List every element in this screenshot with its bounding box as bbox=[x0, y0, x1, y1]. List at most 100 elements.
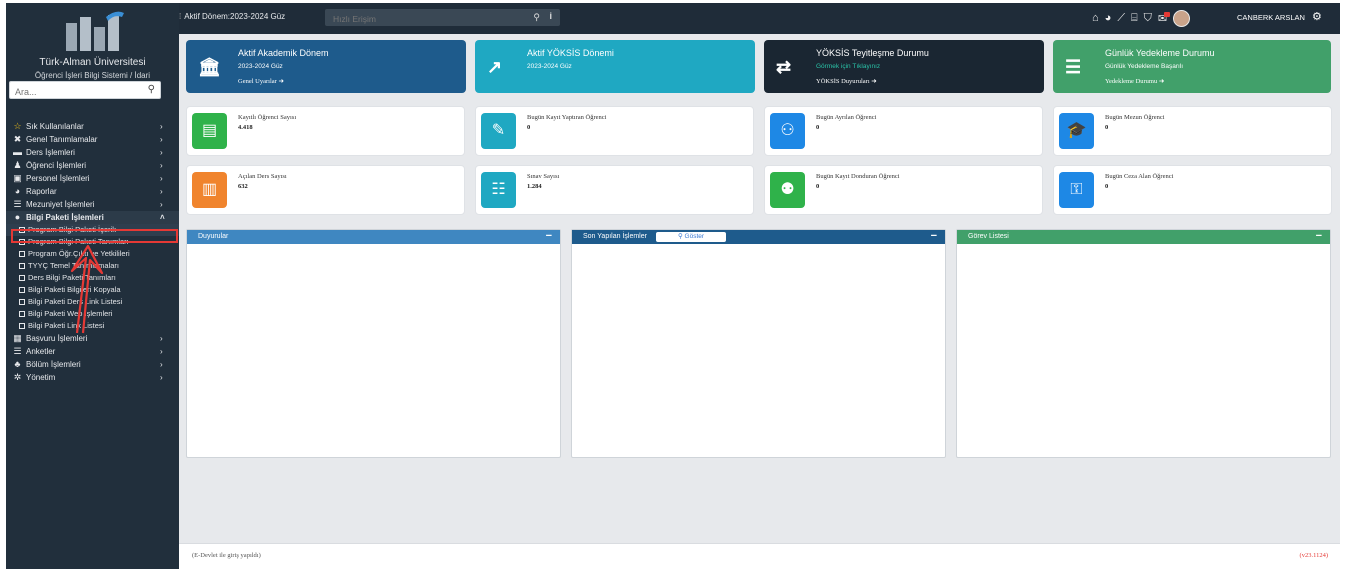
id-card-icon: ▣ bbox=[13, 173, 22, 183]
survey-list-icon: ☰ bbox=[13, 346, 22, 356]
info-icon[interactable]: i bbox=[549, 11, 552, 21]
stat-label: Bugün Ayrılan Öğrenci bbox=[816, 114, 877, 121]
stat-label: Kayıtlı Öğrenci Sayısı bbox=[238, 114, 297, 121]
pie-chart-icon[interactable]: ◕ bbox=[1105, 12, 1112, 24]
sidebar: Türk-Alman Üniversitesi Öğrenci İşleri B… bbox=[6, 3, 179, 569]
quick-access-input[interactable] bbox=[325, 10, 525, 28]
sidebar-item-applications[interactable]: ▦ Başvuru İşlemleri › bbox=[6, 332, 179, 345]
books-icon: ▬ bbox=[13, 147, 22, 157]
chevron-right-icon: › bbox=[160, 334, 163, 343]
user-name[interactable]: CANBERK ARSLAN bbox=[1237, 13, 1305, 22]
avatar[interactable] bbox=[1173, 9, 1191, 27]
stat-label: Bugün Mezun Öğrenci bbox=[1105, 114, 1165, 121]
sidebar-item-label: Personel İşlemleri bbox=[26, 174, 90, 183]
submenu-item-link-list[interactable]: Bilgi Paketi Link Listesi bbox=[6, 320, 179, 332]
panel-header: Görev Listesi − bbox=[957, 230, 1330, 244]
sidebar-item-favorites[interactable]: ☆ Sık Kullanılanlar › bbox=[6, 120, 179, 133]
active-period: ⁞ Aktif Dönem:2023-2024 Güz bbox=[179, 12, 285, 21]
sidebar-item-label: Anketler bbox=[26, 347, 56, 356]
bank-icon[interactable]: ⌸ bbox=[1131, 12, 1138, 25]
stat-value: 0 bbox=[527, 124, 531, 131]
stat-registered-students: ▤ Kayıtlı Öğrenci Sayısı 4.418 bbox=[186, 106, 465, 156]
messages-icon[interactable]: ✉ bbox=[1158, 11, 1171, 25]
square-icon bbox=[19, 311, 25, 317]
card-link[interactable]: Genel Uyarılar ➜ bbox=[238, 77, 284, 85]
search-icon[interactable]: ⚲ bbox=[533, 12, 540, 23]
sidebar-item-course-operations[interactable]: ▬ Ders İşlemleri › bbox=[6, 146, 179, 159]
stat-opened-courses: ▥ Açılan Ders Sayısı 632 bbox=[186, 165, 465, 215]
sidebar-item-info-package[interactable]: ● Bilgi Paketi İşlemleri ˄ bbox=[6, 211, 179, 224]
book-icon: ▥ bbox=[192, 172, 227, 208]
card-subtitle: 2023-2024 Güz bbox=[238, 63, 283, 70]
users-icon: ♣ bbox=[14, 359, 21, 369]
card-subtitle[interactable]: Görmek için Tıklayınız bbox=[816, 63, 880, 70]
panel-title: Görev Listesi bbox=[968, 233, 1009, 240]
card-subtitle: Günlük Yedekleme Başarılı bbox=[1105, 63, 1184, 70]
line-chart-icon[interactable]: ⟋ bbox=[1117, 12, 1125, 25]
panel-header: Duyurular − bbox=[187, 230, 560, 244]
arrow-circle-right-icon: ➜ bbox=[1158, 78, 1165, 85]
chevron-right-icon: › bbox=[160, 148, 163, 157]
search-icon[interactable]: ⚲ bbox=[148, 84, 155, 95]
gear-icon[interactable]: ⚙ bbox=[1312, 10, 1322, 23]
cogs-icon: ✲ bbox=[13, 372, 22, 382]
panel-title: Son Yapılan İşlemler bbox=[583, 233, 647, 240]
card-active-academic-period[interactable]: 🏛 Aktif Akademik Dönem 2023-2024 Güz Gen… bbox=[186, 40, 466, 93]
sidebar-item-surveys[interactable]: ☰ Anketler › bbox=[6, 345, 179, 358]
sidebar-item-management[interactable]: ✲ Yönetim › bbox=[6, 371, 179, 384]
panel-header: Son Yapılan İşlemler ⚲ Göster − bbox=[572, 230, 945, 244]
top-icons: ⌂ ◕ ⟋ ⌸ ⛉ ✉ bbox=[1092, 9, 1191, 27]
submenu-item-copy-info[interactable]: Bilgi Paketi Bilgileri Kopyala bbox=[6, 284, 179, 296]
card-yoksis-confirmation[interactable]: ⇄ YÖKSİS Teyitleşme Durumu Görmek için T… bbox=[764, 40, 1044, 93]
sidebar-item-personnel-operations[interactable]: ▣ Personel İşlemleri › bbox=[6, 172, 179, 185]
home-icon[interactable]: ⌂ bbox=[1092, 12, 1099, 24]
shield-check-icon[interactable]: ⛉ bbox=[1144, 12, 1152, 25]
sidebar-item-student-operations[interactable]: ♟ Öğrenci İşlemleri › bbox=[6, 159, 179, 172]
list-alt-icon: ☷ bbox=[481, 172, 516, 208]
sidebar-item-label: Öğrenci İşlemleri bbox=[26, 161, 87, 170]
stat-label: Bugün Kayıt Donduran Öğrenci bbox=[816, 173, 900, 180]
submenu-item-course-info-definitions[interactable]: Ders Bilgi Paketi Tanımları bbox=[6, 272, 179, 284]
sidebar-item-general-definitions[interactable]: ✖ Genel Tanımlamalar › bbox=[6, 133, 179, 146]
card-link[interactable]: YÖKSİS Duyuruları ➜ bbox=[816, 77, 877, 85]
submenu-item-program-outcomes[interactable]: Program Öğr.Çıktı ve Yetkilileri bbox=[6, 248, 179, 260]
chevron-right-icon: › bbox=[160, 187, 163, 196]
list-icon: ☰ bbox=[13, 199, 22, 209]
quick-access[interactable]: ⚲ i bbox=[325, 9, 560, 28]
square-icon bbox=[19, 299, 25, 305]
sidebar-item-department-operations[interactable]: ♣ Bölüm İşlemleri › bbox=[6, 358, 179, 371]
sidebar-search-input[interactable] bbox=[10, 84, 135, 100]
card-active-yoksis-period[interactable]: ↗ Aktif YÖKSİS Dönemi 2023-2024 Güz bbox=[475, 40, 755, 93]
stat-label: Bugün Kayıt Yaptıran Öğrenci bbox=[527, 114, 607, 121]
submenu-label: Bilgi Paketi Ders Link Listesi bbox=[28, 297, 123, 306]
chevron-right-icon: › bbox=[160, 373, 163, 382]
stat-penalized-today: ⚿ Bugün Ceza Alan Öğrenci 0 bbox=[1053, 165, 1332, 215]
sidebar-item-label: Sık Kullanılanlar bbox=[26, 122, 84, 131]
card-daily-backup[interactable]: ☰ Günlük Yedekleme Durumu Günlük Yedekle… bbox=[1053, 40, 1331, 93]
edit-icon: ✎ bbox=[481, 113, 516, 149]
square-icon bbox=[19, 263, 25, 269]
active-period-label: Aktif Dönem:2023-2024 Güz bbox=[184, 12, 286, 21]
sidebar-menu: ☆ Sık Kullanılanlar › ✖ Genel Tanımlamal… bbox=[6, 120, 179, 384]
panel-title: Duyurular bbox=[198, 233, 229, 240]
sidebar-item-graduation-operations[interactable]: ☰ Mezuniyet İşlemleri › bbox=[6, 198, 179, 211]
minimize-icon[interactable]: − bbox=[1316, 230, 1322, 243]
show-button-label: Göster bbox=[684, 233, 705, 240]
submenu-item-web-operations[interactable]: Bilgi Paketi Web İşlemleri bbox=[6, 308, 179, 320]
submenu-item-course-link-list[interactable]: Bilgi Paketi Ders Link Listesi bbox=[6, 296, 179, 308]
grip-icon: ⁞ bbox=[179, 12, 182, 21]
chevron-right-icon: › bbox=[160, 122, 163, 131]
chevron-right-icon: › bbox=[160, 347, 163, 356]
minimize-icon[interactable]: − bbox=[546, 230, 552, 243]
submenu-item-tyyc-definitions[interactable]: TYYÇ Temel Tanımlamaları bbox=[6, 260, 179, 272]
sidebar-item-reports[interactable]: ◕ Raporlar › bbox=[6, 185, 179, 198]
sidebar-search[interactable]: ⚲ bbox=[9, 81, 161, 100]
stat-graduated-today: 🎓 Bugün Mezun Öğrenci 0 bbox=[1053, 106, 1332, 156]
show-button[interactable]: ⚲ Göster bbox=[656, 232, 726, 242]
chevron-right-icon: › bbox=[160, 174, 163, 183]
square-icon bbox=[19, 251, 25, 257]
stat-registered-today: ✎ Bugün Kayıt Yaptıran Öğrenci 0 bbox=[475, 106, 754, 156]
minimize-icon[interactable]: − bbox=[931, 230, 937, 243]
stat-frozen-today: ⚉ Bugün Kayıt Donduran Öğrenci 0 bbox=[764, 165, 1043, 215]
card-link[interactable]: Yedekleme Durumu ➜ bbox=[1105, 77, 1164, 85]
